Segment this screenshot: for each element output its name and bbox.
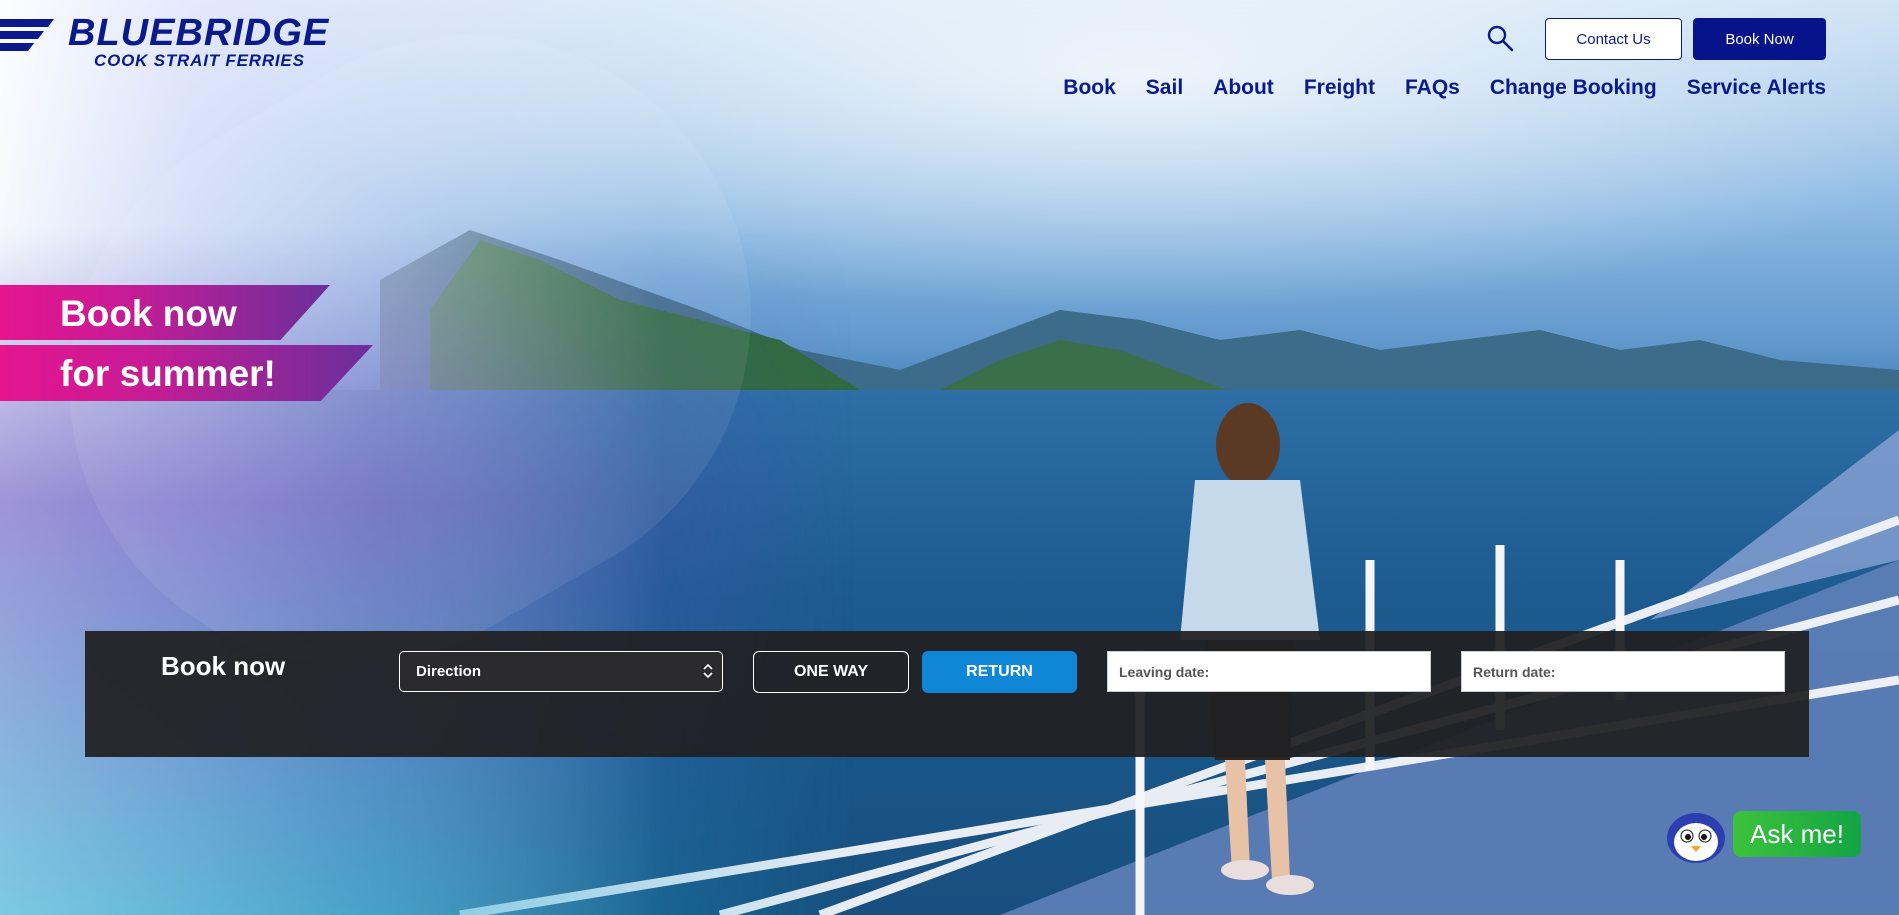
nav-item-faqs[interactable]: FAQs	[1405, 76, 1460, 100]
booking-widget	[85, 631, 1809, 757]
brand-tagline: COOK STRAIT FERRIES	[94, 51, 305, 70]
penguin-icon[interactable]	[1665, 808, 1727, 864]
nav-item-change-booking[interactable]: Change Booking	[1490, 76, 1657, 100]
promo-line-1: Book now	[60, 293, 237, 334]
chevron-updown-icon	[703, 664, 713, 678]
brand-logo[interactable]: BLUEBRIDGE COOK STRAIT FERRIES	[0, 14, 328, 74]
nav-item-about[interactable]: About	[1213, 76, 1274, 100]
contact-us-button[interactable]: Contact Us	[1545, 18, 1682, 60]
leaving-date-field[interactable]: Leaving date:	[1107, 651, 1431, 692]
one-way-toggle[interactable]: ONE WAY	[753, 651, 909, 693]
nav-item-sail[interactable]: Sail	[1146, 76, 1183, 100]
nav-item-service-alerts[interactable]: Service Alerts	[1687, 76, 1826, 100]
direction-select[interactable]: Direction	[399, 651, 723, 692]
ask-me-chat-button[interactable]: Ask me!	[1733, 811, 1861, 857]
return-toggle[interactable]: RETURN	[922, 651, 1077, 693]
nav-item-freight[interactable]: Freight	[1304, 76, 1375, 100]
booking-title: Book now	[161, 651, 286, 681]
book-now-button[interactable]: Book Now	[1693, 18, 1826, 60]
brand-name: BLUEBRIDGE	[68, 12, 330, 54]
direction-select-value: Direction	[416, 663, 482, 680]
search-icon[interactable]	[1486, 24, 1514, 52]
nav-item-book[interactable]: Book	[1063, 76, 1116, 100]
main-nav: Book Sail About Freight FAQs Change Book…	[1063, 76, 1826, 100]
hero-background	[0, 0, 1899, 915]
logo-stripes-icon	[0, 19, 54, 51]
promo-line-2: for summer!	[60, 353, 276, 394]
return-date-field[interactable]: Return date:	[1461, 651, 1785, 692]
